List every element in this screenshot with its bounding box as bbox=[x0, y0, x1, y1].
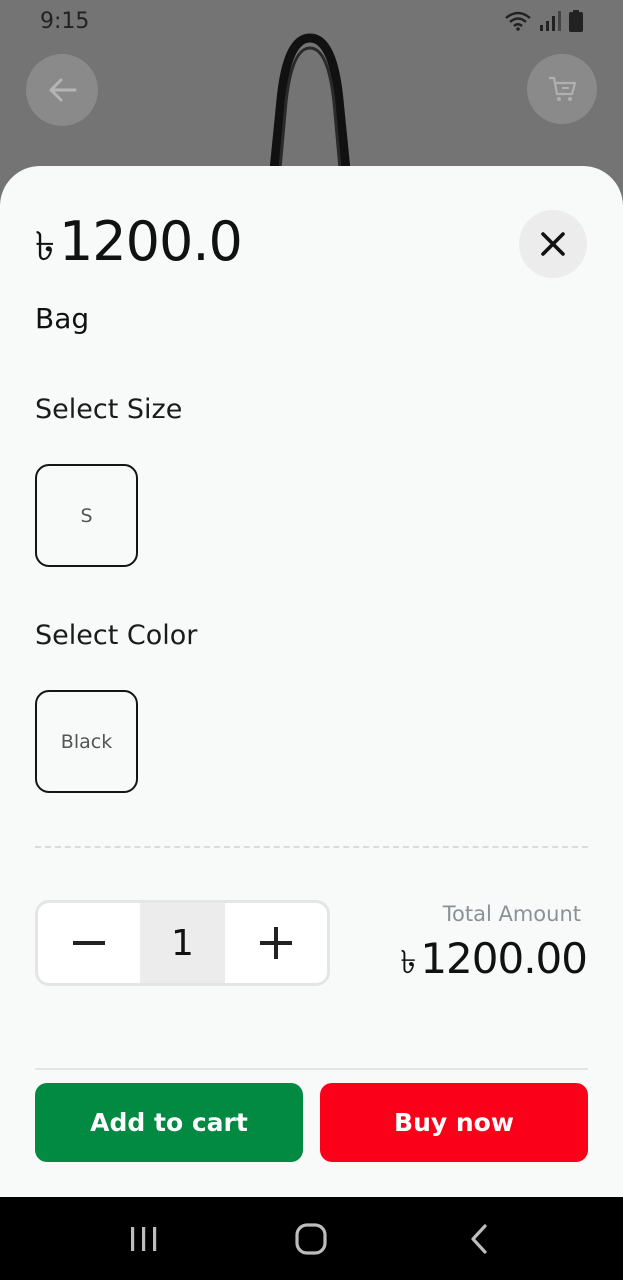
cart-button[interactable] bbox=[527, 54, 597, 124]
product-price: ৳ 1200.0 bbox=[35, 210, 243, 282]
system-back-button[interactable] bbox=[449, 1209, 509, 1269]
total-amount-label: Total Amount bbox=[442, 902, 581, 926]
signal-icon bbox=[540, 11, 561, 31]
wifi-icon bbox=[505, 11, 531, 31]
close-icon bbox=[541, 232, 565, 256]
plus-icon bbox=[260, 927, 293, 959]
recents-button[interactable] bbox=[114, 1209, 174, 1269]
system-nav-bar bbox=[0, 1197, 623, 1280]
back-icon bbox=[471, 1223, 487, 1254]
status-time: 9:15 bbox=[40, 8, 90, 34]
total-currency-symbol: ৳ bbox=[400, 943, 417, 981]
arrow-left-icon bbox=[49, 78, 77, 102]
total-amount-value: 1200.00 bbox=[420, 934, 588, 983]
buy-now-button[interactable]: Buy now bbox=[320, 1083, 588, 1162]
size-section-label: Select Size bbox=[35, 394, 183, 425]
status-bar: 9:15 bbox=[0, 0, 623, 42]
product-name: Bag bbox=[35, 302, 90, 335]
color-section-label: Select Color bbox=[35, 620, 198, 651]
back-button[interactable] bbox=[26, 54, 98, 126]
size-option[interactable]: S bbox=[35, 464, 138, 567]
divider bbox=[35, 1068, 588, 1070]
quantity-value: 1 bbox=[139, 903, 226, 983]
recents-icon bbox=[130, 1226, 157, 1251]
product-options-sheet: ৳ 1200.0 Bag Select Size S Select Color … bbox=[0, 166, 623, 1197]
dashed-divider bbox=[35, 846, 588, 848]
close-button[interactable] bbox=[519, 210, 587, 278]
home-button[interactable] bbox=[281, 1209, 341, 1269]
cart-icon bbox=[549, 76, 577, 101]
quantity-stepper: 1 bbox=[35, 900, 330, 986]
bag-image bbox=[268, 33, 352, 180]
increment-button[interactable] bbox=[225, 903, 327, 983]
decrement-button[interactable] bbox=[38, 903, 140, 983]
battery-icon bbox=[569, 10, 583, 32]
minus-icon bbox=[72, 941, 105, 945]
color-option[interactable]: Black bbox=[35, 690, 138, 793]
total-amount: ৳ 1200.00 bbox=[400, 934, 588, 991]
home-icon bbox=[295, 1222, 328, 1255]
price-value: 1200.0 bbox=[58, 210, 243, 273]
currency-symbol: ৳ bbox=[35, 224, 55, 270]
add-to-cart-button[interactable]: Add to cart bbox=[35, 1083, 303, 1162]
